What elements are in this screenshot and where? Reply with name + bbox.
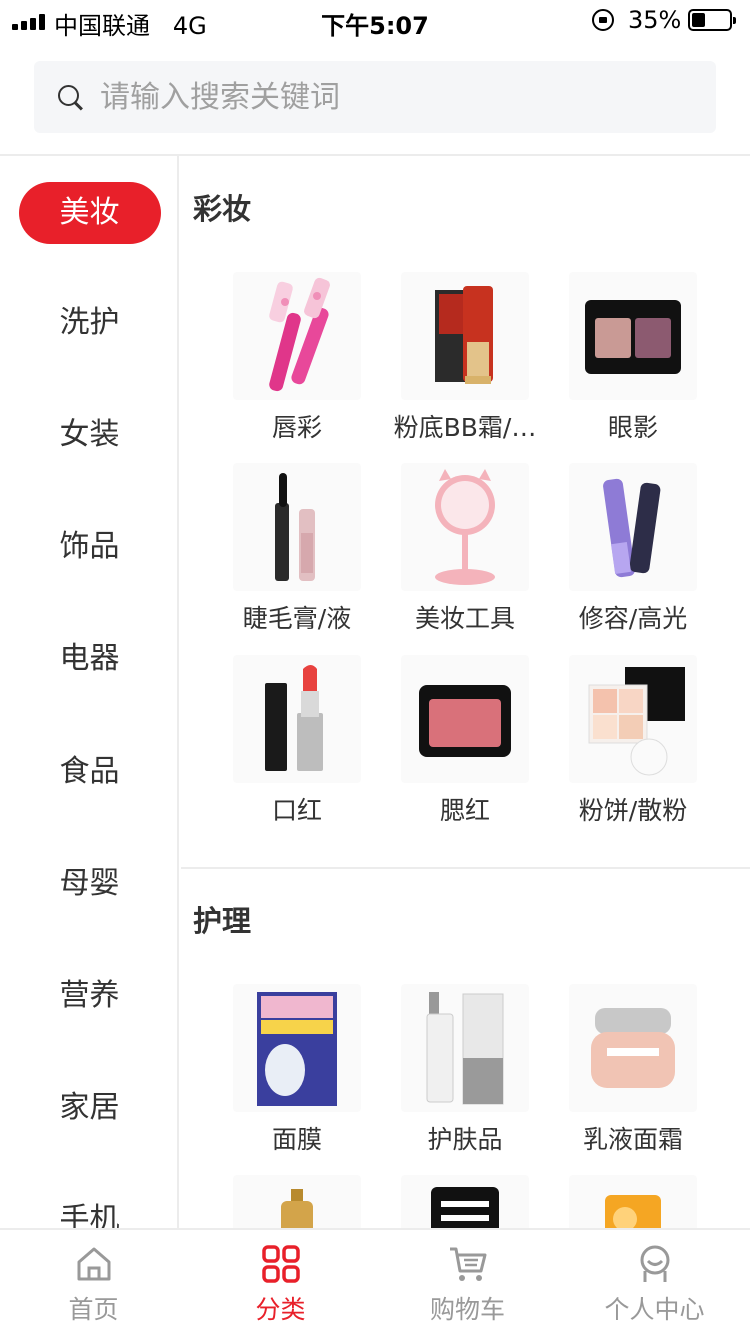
section-divider: [181, 867, 750, 869]
search-bar[interactable]: [34, 61, 716, 133]
category-content[interactable]: 彩妆 唇彩 粉底BB霜/… 眼影 睫毛膏/液 美妆工具 修容/高光 口红 腮红 …: [181, 156, 750, 1228]
sidebar-item-label: 手机: [59, 1202, 120, 1228]
category-item-orange-pack[interactable]: [549, 1175, 717, 1228]
tab-home[interactable]: 首页: [0, 1230, 187, 1334]
section-title-care: 护理: [193, 904, 252, 938]
category-item-label: 美妆工具: [414, 604, 515, 633]
sidebar-item-home[interactable]: 家居: [0, 1078, 177, 1138]
category-sidebar[interactable]: 美妆 洗护 女装 饰品 电器 食品 母婴 营养 家居 手机: [0, 156, 179, 1228]
tab-cart[interactable]: 购物车: [374, 1230, 561, 1334]
orange-pack-image: [569, 1175, 697, 1228]
category-item-bb-cream[interactable]: 粉底BB霜/…: [381, 272, 549, 452]
category-item-blush[interactable]: 腮红: [381, 655, 549, 835]
tab-label: 个人中心: [604, 1295, 705, 1324]
sidebar-item-wash-care[interactable]: 洗护: [0, 293, 177, 353]
powder-image: [569, 655, 697, 783]
cart-icon: [450, 1247, 487, 1281]
lip-gloss-image: [233, 272, 361, 400]
category-item-coffee-scrub[interactable]: [381, 1175, 549, 1228]
sidebar-item-accessories[interactable]: 饰品: [0, 517, 177, 577]
sidebar-item-label: 食品: [59, 754, 120, 789]
category-item-label: 口红: [271, 796, 322, 825]
category-item-spray[interactable]: [213, 1175, 381, 1228]
sidebar-item-womens-clothing[interactable]: 女装: [0, 405, 177, 465]
sidebar-item-mother-baby[interactable]: 母婴: [0, 854, 177, 914]
rotation-lock-icon: [592, 9, 614, 31]
category-item-label: 粉底BB霜/…: [393, 413, 537, 442]
category-item-mascara[interactable]: 睫毛膏/液: [213, 463, 381, 643]
category-icon: [262, 1245, 300, 1283]
spray-bottle-image: [233, 1175, 361, 1228]
mascara-image: [233, 463, 361, 591]
tab-profile[interactable]: 个人中心: [561, 1230, 748, 1334]
category-item-skincare[interactable]: 护肤品: [381, 984, 549, 1164]
tab-bar: 首页 分类 购物车 个人中心: [0, 1228, 750, 1334]
sidebar-item-label: 营养: [59, 978, 120, 1013]
sidebar-item-label: 女装: [59, 417, 120, 452]
home-icon: [77, 1247, 111, 1281]
category-item-lotion-cream[interactable]: 乳液面霜: [549, 984, 717, 1164]
tab-category[interactable]: 分类: [187, 1230, 374, 1334]
category-item-label: 唇彩: [271, 413, 322, 442]
tab-label: 购物车: [429, 1295, 505, 1324]
category-item-powder[interactable]: 粉饼/散粉: [549, 655, 717, 835]
sidebar-item-nutrition[interactable]: 营养: [0, 966, 177, 1026]
mirror-image: [401, 463, 529, 591]
eyeshadow-image: [569, 272, 697, 400]
tab-label: 首页: [68, 1295, 119, 1324]
category-item-label: 睫毛膏/液: [242, 604, 352, 633]
sidebar-item-beauty[interactable]: 美妆: [0, 182, 177, 244]
category-item-label: 护肤品: [427, 1125, 503, 1154]
sidebar-item-label: 洗护: [59, 305, 120, 340]
sidebar-item-label: 电器: [59, 641, 120, 676]
category-item-face-mask[interactable]: 面膜: [213, 984, 381, 1164]
sidebar-item-food[interactable]: 食品: [0, 742, 177, 802]
category-item-contour[interactable]: 修容/高光: [549, 463, 717, 643]
category-item-label: 修容/高光: [578, 604, 688, 633]
contour-stick-image: [569, 463, 697, 591]
battery-icon: [688, 9, 736, 31]
category-item-lip-gloss[interactable]: 唇彩: [213, 272, 381, 452]
section-title-makeup: 彩妆: [193, 192, 252, 226]
sidebar-item-phones[interactable]: 手机: [0, 1190, 177, 1228]
bb-cream-image: [401, 272, 529, 400]
category-item-label: 乳液面霜: [582, 1125, 683, 1154]
category-item-label: 腮红: [439, 796, 490, 825]
lipstick-image: [233, 655, 361, 783]
search-icon: [58, 85, 84, 111]
category-item-lipstick[interactable]: 口红: [213, 655, 381, 835]
cream-jar-image: [569, 984, 697, 1112]
sidebar-item-label: 美妆: [18, 182, 161, 244]
sidebar-item-label: 母婴: [59, 866, 120, 901]
toner-image: [401, 984, 529, 1112]
sidebar-item-label: 家居: [59, 1090, 120, 1125]
category-item-label: 粉饼/散粉: [578, 796, 688, 825]
battery-percent: 35%: [628, 6, 682, 34]
category-item-eyeshadow[interactable]: 眼影: [549, 272, 717, 452]
face-mask-image: [233, 984, 361, 1112]
category-item-label: 面膜: [271, 1125, 322, 1154]
category-item-beauty-tools[interactable]: 美妆工具: [381, 463, 549, 643]
coffee-scrub-image: [401, 1175, 529, 1228]
tab-label: 分类: [255, 1295, 306, 1324]
search-input[interactable]: [100, 61, 700, 133]
status-bar: 中国联通 4G 下午5:07 35%: [0, 0, 750, 42]
category-item-label: 眼影: [607, 413, 658, 442]
sidebar-item-label: 饰品: [59, 529, 120, 564]
user-icon: [640, 1245, 670, 1282]
blush-image: [401, 655, 529, 783]
app: 中国联通 4G 下午5:07 35% 美妆 洗护 女装 饰品 电器 食品 母婴 …: [0, 0, 750, 1334]
sidebar-item-appliances[interactable]: 电器: [0, 629, 177, 689]
